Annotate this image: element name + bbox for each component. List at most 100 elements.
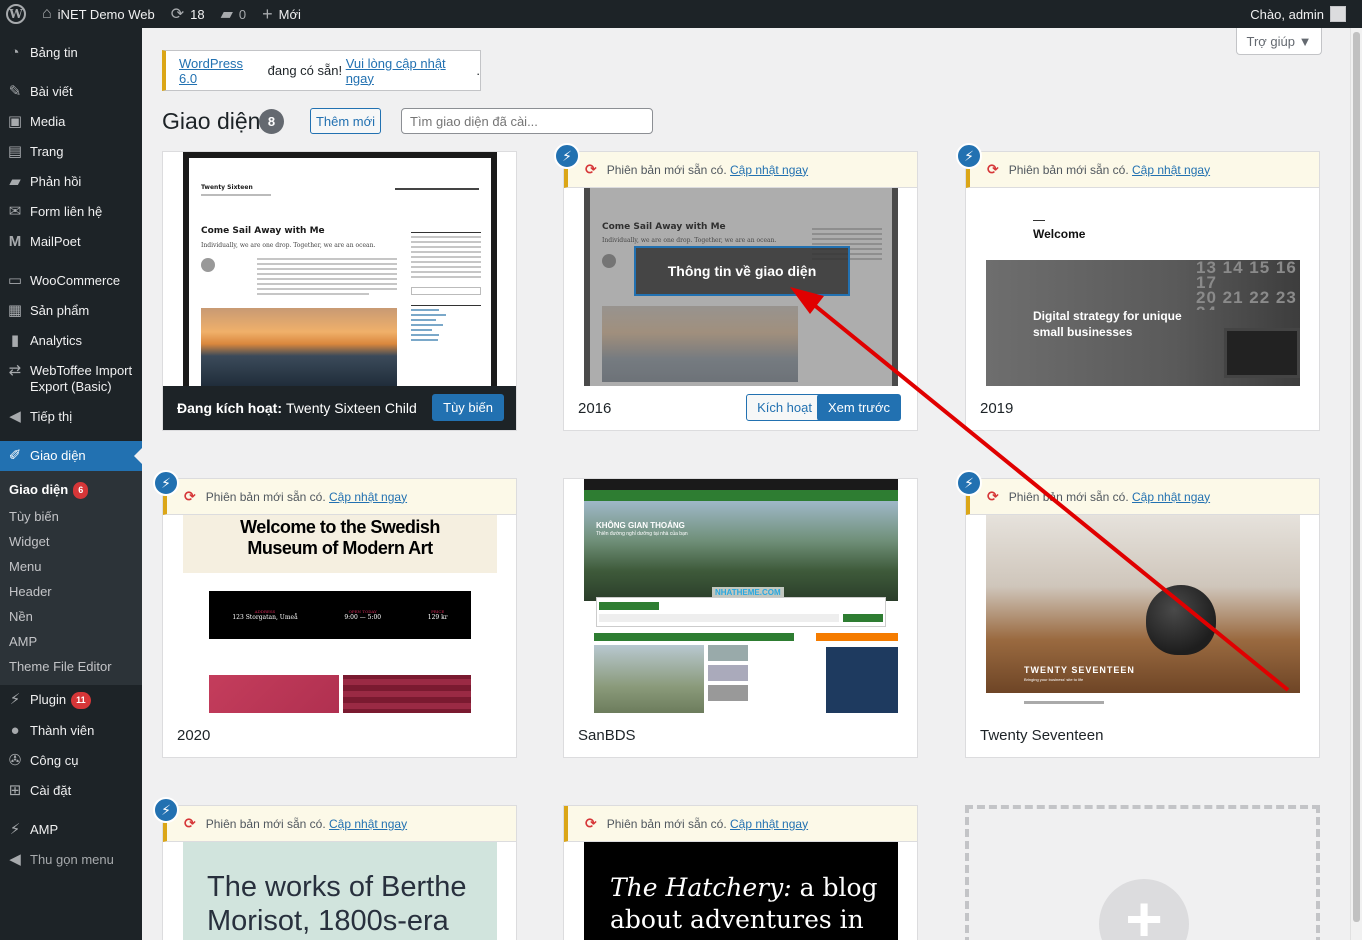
update-now-link[interactable]: Cập nhật ngay [1132, 163, 1210, 177]
theme-details-overlay[interactable]: Thông tin về giao diện [634, 246, 850, 296]
page-icon: ▤ [7, 143, 23, 160]
comment-icon: ▰ [9, 173, 21, 190]
sidebar-item-woocommerce[interactable]: ▭ WooCommerce [0, 266, 142, 296]
chart-icon: ▮ [10, 332, 20, 349]
site-name-link[interactable]: ⌂ iNET Demo Web [34, 0, 163, 28]
sidebar-item-label: Bài viết [30, 84, 73, 99]
update-notice: ⟳ Phiên bản mới sẵn có. Cập nhật ngay [163, 806, 516, 842]
sidebar-item-label: Sản phẩm [30, 303, 90, 318]
submenu-widgets[interactable]: Widget [0, 529, 142, 554]
sidebar-item-label: Cài đặt [30, 783, 72, 799]
theme-card-2021[interactable]: ⟳ Phiên bản mới sẵn có. Cập nhật ngay Th… [162, 805, 517, 940]
wordpress-logo-button[interactable]: W [0, 0, 34, 28]
refresh-icon: ⟳ [170, 6, 185, 23]
theme-card-twenty-seventeen[interactable]: ⟳ Phiên bản mới sẵn có. Cập nhật ngay TW… [965, 478, 1320, 758]
theme-card-active[interactable]: Twenty Sixteen Come Sail Away with Me In… [162, 151, 517, 431]
sidebar-item-tools[interactable]: ✇ Công cụ [0, 746, 142, 776]
add-new-theme-card[interactable]: + [965, 805, 1320, 940]
updates-link[interactable]: ⟳ 18 [163, 0, 213, 28]
submenu-themes[interactable]: Giao diện 6 [0, 477, 142, 504]
sidebar-item-appearance[interactable]: ✐ Giao diện [0, 441, 142, 471]
sidebar-item-comments[interactable]: ▰ Phản hồi [0, 167, 142, 197]
submenu-header[interactable]: Header [0, 579, 142, 604]
theme-card-2022[interactable]: ⟳ Phiên bản mới sẵn có. Cập nhật ngay Th… [563, 805, 918, 940]
theme-card-2019[interactable]: ⟳ Phiên bản mới sẵn có. Cập nhật ngay We… [965, 151, 1320, 431]
sidebar-item-pages[interactable]: ▤ Trang [0, 137, 142, 167]
update-text: Phiên bản mới sẵn có. [205, 489, 326, 504]
sidebar-item-label: WebToffee Import Export (Basic) [30, 363, 133, 394]
updates-count: 18 [190, 6, 205, 22]
collapse-menu-button[interactable]: ◀ Thu gọn menu [0, 845, 142, 875]
update-refresh-icon: ⟳ [184, 815, 196, 831]
archive-icon: ▦ [7, 302, 23, 319]
import-export-icon: ⇄ [8, 362, 22, 379]
theme-name: 2016 [578, 399, 612, 417]
sidebar-item-label: Tiếp thị [30, 409, 73, 424]
preview-overlay-title: TWENTY SEVENTEEN [1024, 665, 1135, 675]
update-notice: ⟳ Phiên bản mới sẵn có. Cập nhật ngay [564, 152, 917, 188]
annotation-arrow [790, 287, 1290, 692]
help-tab-button[interactable]: Trợ giúp ▼ [1236, 28, 1322, 55]
dashboard-icon: ◔ [10, 44, 20, 61]
submenu-background[interactable]: Nền [0, 604, 142, 629]
preview-hero-italic: The Hatchery: [610, 873, 792, 902]
sidebar-item-analytics[interactable]: ▮ Analytics [0, 326, 142, 356]
submenu-customize[interactable]: Tùy biến [0, 504, 142, 529]
megaphone-icon: ◀ [9, 408, 21, 425]
update-nag-notice: WordPress 6.0 đang có sẵn! Vui lòng cập … [162, 50, 481, 91]
customize-button[interactable]: Tùy biến [432, 394, 504, 421]
activate-button[interactable]: Kích hoạt [746, 394, 823, 421]
update-now-link[interactable]: Cập nhật ngay [730, 163, 808, 177]
preview-site-title: Twenty Sixteen [201, 184, 253, 191]
sidebar-item-products[interactable]: ▦ Sản phẩm [0, 296, 142, 326]
wordpress-version-link[interactable]: WordPress 6.0 [179, 56, 264, 86]
update-now-link[interactable]: Vui lòng cập nhật ngay [346, 56, 477, 86]
search-themes-input[interactable] [401, 108, 653, 134]
add-new-theme-button[interactable]: Thêm mới [310, 108, 381, 134]
update-text: Phiên bản mới sẵn có. [606, 162, 727, 177]
preview-banner-sub: Thiên đường nghỉ dưỡng tại nhà của bạn [596, 531, 688, 537]
comments-link[interactable]: ▰ 0 [213, 0, 255, 28]
sidebar-item-marketing[interactable]: ◀ Tiếp thị [0, 402, 142, 432]
theme-card-2020[interactable]: ⟳ Phiên bản mới sẵn có. Cập nhật ngay We… [162, 478, 517, 758]
new-content-link[interactable]: + Mới [254, 0, 309, 28]
auto-update-icon: ⚡ [153, 797, 179, 823]
update-now-link[interactable]: Cập nhật ngay [1132, 490, 1210, 504]
theme-card-2016[interactable]: ⟳ Phiên bản mới sẵn có. Cập nhật ngay Co… [563, 151, 918, 431]
theme-card-sanbds[interactable]: KHÔNG GIAN THOÁNG Thiên đường nghỉ dưỡng… [563, 478, 918, 758]
update-refresh-icon: ⟳ [987, 161, 999, 177]
auto-update-icon: ⚡ [153, 470, 179, 496]
update-now-link[interactable]: Cập nhật ngay [730, 817, 808, 831]
live-preview-button[interactable]: Xem trước [816, 394, 901, 421]
update-now-link[interactable]: Cập nhật ngay [329, 817, 407, 831]
update-refresh-icon: ⟳ [987, 488, 999, 504]
update-notice: ⟳ Phiên bản mới sẵn có. Cập nhật ngay [966, 479, 1319, 515]
sidebar-item-contact-form[interactable]: ✉ Form liên hệ [0, 197, 142, 227]
sidebar-item-users[interactable]: ● Thành viên [0, 716, 142, 746]
sidebar-item-label: Form liên hệ [30, 204, 103, 219]
update-refresh-icon: ⟳ [184, 488, 196, 504]
update-now-link[interactable]: Cập nhật ngay [329, 490, 407, 504]
plugins-update-badge: 11 [71, 692, 91, 710]
submenu-menus[interactable]: Menu [0, 554, 142, 579]
sidebar-item-mailpoet[interactable]: M MailPoet [0, 227, 142, 257]
sidebar-item-dashboard[interactable]: ◔ Bảng tin [0, 38, 142, 68]
comments-count: 0 [238, 6, 247, 22]
preview-post-title: Come Sail Away with Me [602, 222, 726, 232]
scrollbar-thumb[interactable] [1353, 32, 1360, 922]
sidebar-item-settings[interactable]: ⊞ Cài đặt [0, 776, 142, 806]
theme-screenshot: KHÔNG GIAN THOÁNG Thiên đường nghỉ dưỡng… [564, 479, 917, 715]
sidebar-item-media[interactable]: ▣ Media [0, 107, 142, 137]
my-account[interactable]: Chào, admin [1250, 6, 1362, 22]
sidebar-item-plugins[interactable]: ⚡ Plugin 11 [0, 685, 142, 716]
sidebar-item-posts[interactable]: ✎ Bài viết [0, 77, 142, 107]
preview-welcome: Welcome [1033, 227, 1086, 241]
sidebar-item-webtoffee[interactable]: ⇄ WebToffee Import Export (Basic) [0, 356, 142, 402]
submenu-amp[interactable]: AMP [0, 629, 142, 654]
theme-name: 2020 [177, 726, 211, 744]
submenu-theme-file-editor[interactable]: Theme File Editor [0, 654, 142, 679]
theme-name-bar: 2019 [966, 386, 1319, 430]
sidebar-item-label: Media [30, 114, 66, 129]
page-scrollbar[interactable] [1350, 28, 1362, 940]
sidebar-item-amp[interactable]: ⚡ AMP [0, 815, 142, 845]
